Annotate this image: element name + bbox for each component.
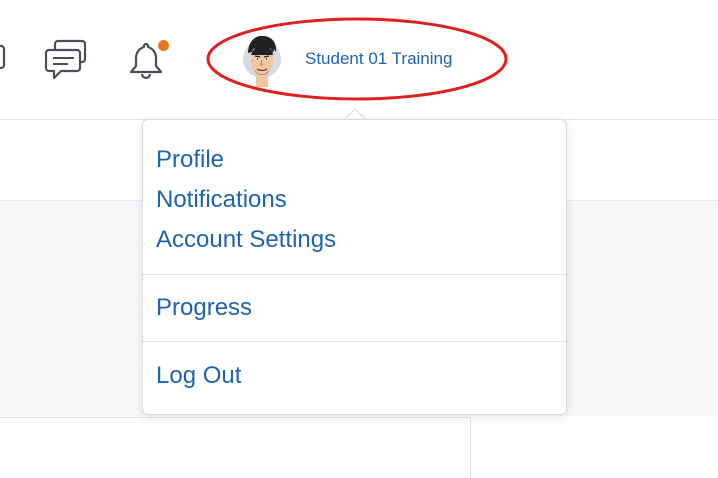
menu-item-notifications[interactable]: Notifications <box>156 186 287 214</box>
menu-divider <box>143 274 566 275</box>
user-dropdown-menu: Profile Notifications Account Settings P… <box>142 119 567 415</box>
navbar: Student 01 Training <box>0 0 718 120</box>
menu-item-progress[interactable]: Progress <box>156 294 252 322</box>
menu-item-log-out[interactable]: Log Out <box>156 362 241 390</box>
menu-divider <box>143 341 566 342</box>
menu-item-account-settings[interactable]: Account Settings <box>156 226 336 254</box>
chat-icon[interactable] <box>44 38 90 87</box>
menu-item-profile[interactable]: Profile <box>156 146 224 174</box>
user-menu-trigger[interactable]: Student 01 Training <box>238 30 488 88</box>
notification-badge <box>158 40 169 51</box>
avatar <box>243 31 281 87</box>
partial-icon[interactable] <box>0 40 10 81</box>
content-panel <box>0 417 471 478</box>
user-name[interactable]: Student 01 Training <box>305 49 452 69</box>
